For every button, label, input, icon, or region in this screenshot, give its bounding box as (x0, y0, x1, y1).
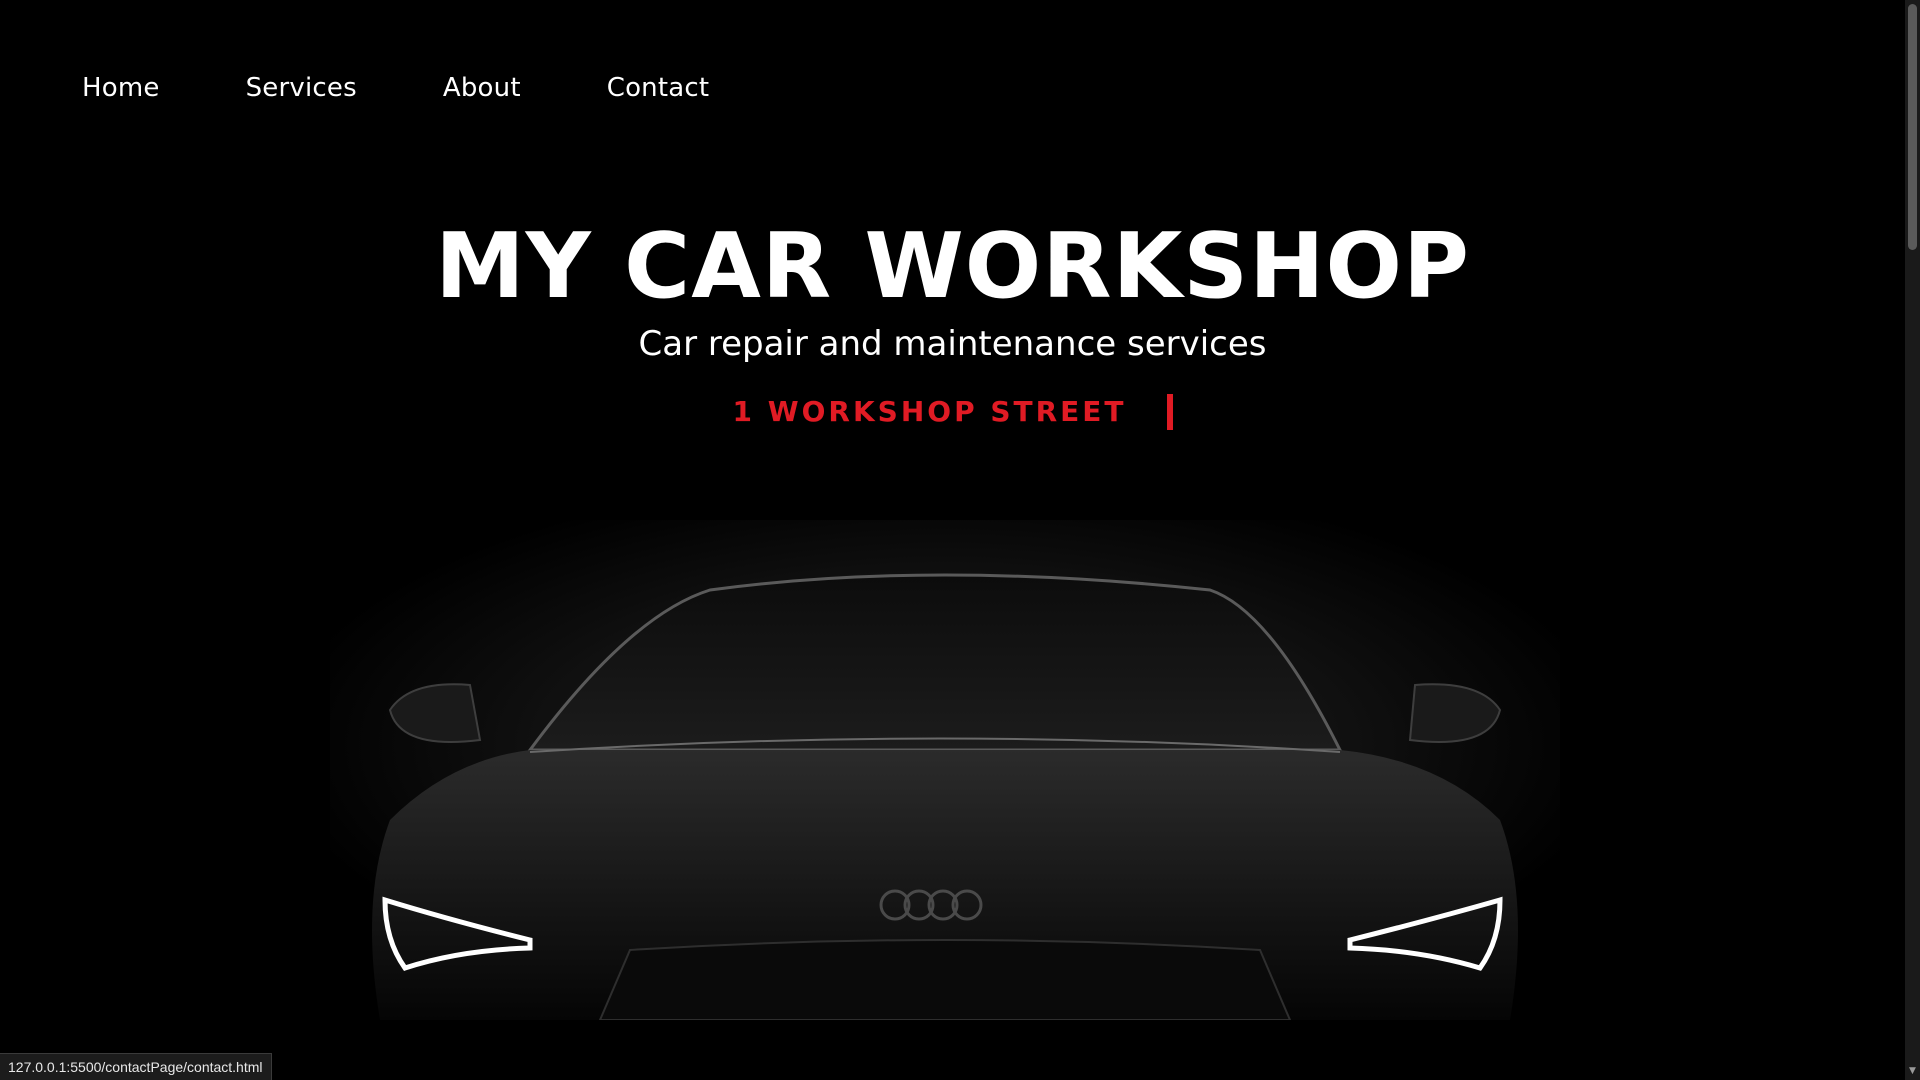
scrollbar-thumb[interactable] (1908, 4, 1917, 250)
nav-about[interactable]: About (443, 68, 521, 108)
nav-services[interactable]: Services (246, 68, 357, 108)
browser-status-bar: 127.0.0.1:5500/contactPage/contact.html (0, 1053, 272, 1080)
address-text: 1 WORKSHOP STREET (732, 395, 1127, 428)
vertical-scrollbar[interactable]: ▼ (1905, 0, 1920, 1080)
hero-title: MY CAR WORKSHOP (435, 214, 1470, 319)
main-nav: Home Services About Contact (82, 68, 795, 108)
chevron-down-icon[interactable]: ▼ (1908, 1066, 1917, 1076)
hero-subtitle: Car repair and maintenance services (638, 324, 1267, 364)
nav-contact[interactable]: Contact (607, 68, 710, 108)
address-row: 1 WORKSHOP STREET (0, 392, 1905, 432)
page: Home Services About Contact MY CAR WORKS… (0, 0, 1905, 1080)
nav-home[interactable]: Home (82, 68, 160, 108)
hero-car-image (330, 520, 1560, 1020)
typing-cursor (1166, 394, 1173, 430)
car-silhouette (330, 520, 1560, 1020)
